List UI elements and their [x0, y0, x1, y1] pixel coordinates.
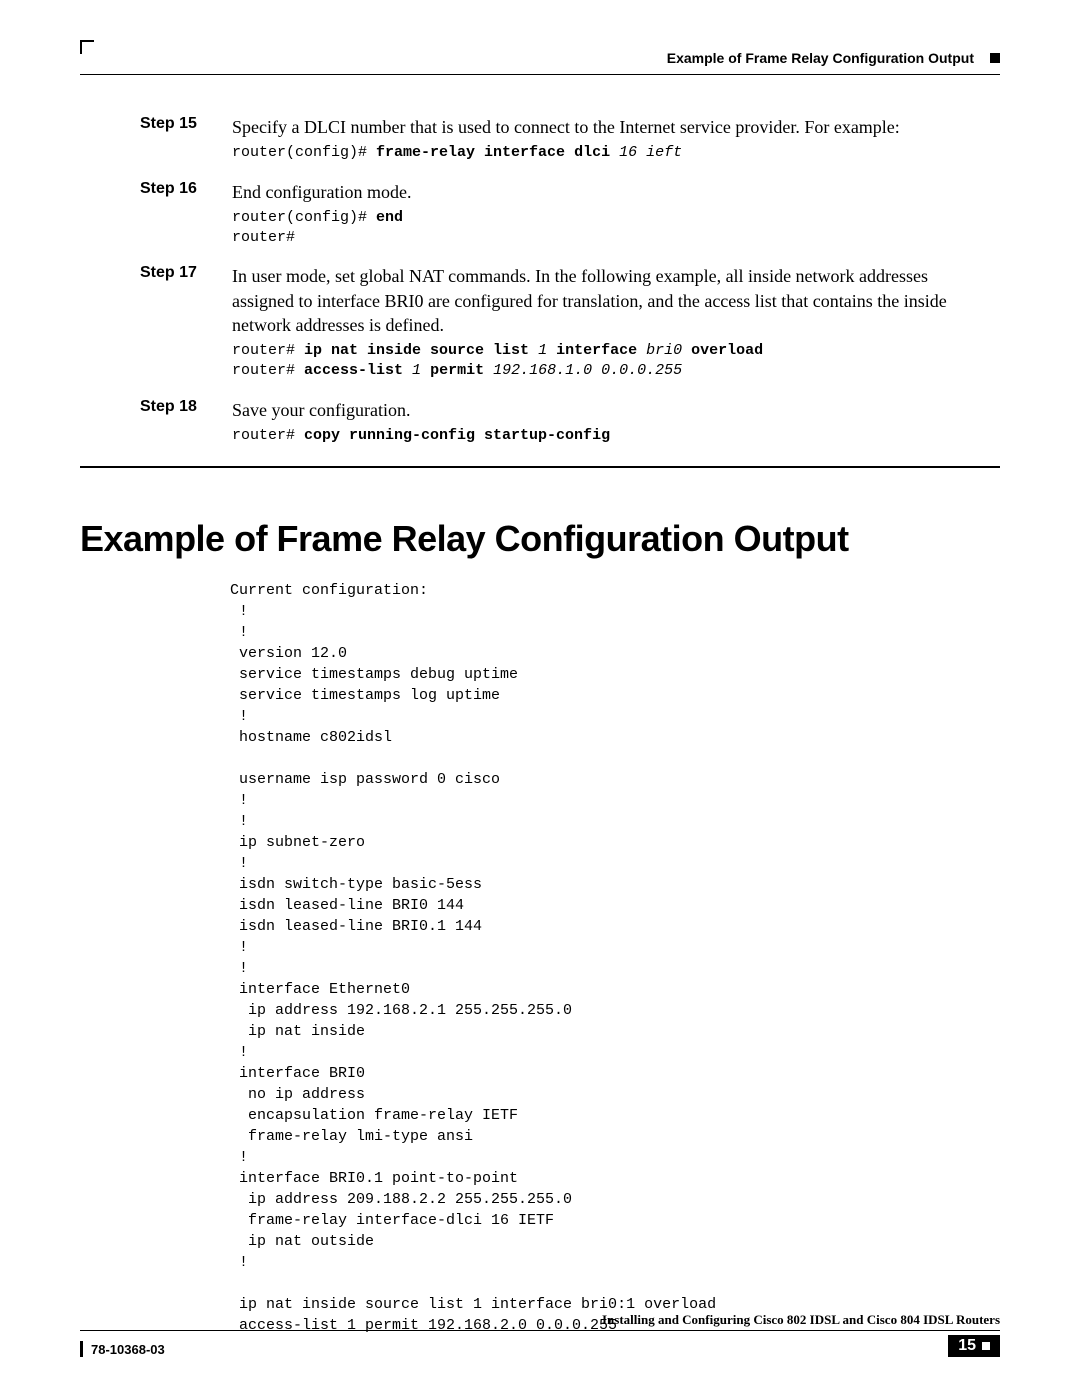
footer-doc-title: Installing and Configuring Cisco 802 IDS… — [80, 1312, 1000, 1328]
cli-block: router# copy running-config startup-conf… — [232, 426, 990, 446]
step-label: Step 15 — [140, 115, 210, 133]
header-rule — [80, 74, 1000, 75]
page-number-badge: 15 — [948, 1335, 1000, 1357]
cli-block: router(config)# end router# — [232, 208, 990, 249]
step-body: Specify a DLCI number that is used to co… — [232, 115, 990, 174]
step-text: End configuration mode. — [232, 180, 990, 204]
step-text: Save your configuration. — [232, 398, 990, 422]
footer-rule — [80, 1330, 1000, 1331]
section-title: Example of Frame Relay Configuration Out… — [80, 518, 1000, 560]
steps-list: Step 15 Specify a DLCI number that is use… — [140, 115, 990, 456]
doc-number-text: 78-10368-03 — [91, 1342, 165, 1357]
square-icon — [982, 1342, 990, 1350]
document-page: Example of Frame Relay Configuration Out… — [0, 0, 1080, 1397]
step-label: Step 16 — [140, 180, 210, 198]
step-body: In user mode, set global NAT commands. I… — [232, 264, 990, 391]
step-row: Step 16 End configuration mode. router(con… — [140, 180, 990, 259]
crop-mark-icon — [80, 40, 94, 54]
footer-bar-icon — [80, 1341, 83, 1357]
cli-block: router(config)# frame-relay interface dl… — [232, 143, 990, 163]
footer-doc-number: 78-10368-03 — [80, 1341, 165, 1357]
step-text: Specify a DLCI number that is used to co… — [232, 115, 990, 139]
step-row: Step 18 Save your configuration. router# c… — [140, 398, 990, 457]
step-row: Step 15 Specify a DLCI number that is use… — [140, 115, 990, 174]
step-label: Step 17 — [140, 264, 210, 282]
step-body: End configuration mode. router(config)# e… — [232, 180, 990, 259]
running-head: Example of Frame Relay Configuration Out… — [80, 50, 1000, 66]
step-body: Save your configuration. router# copy run… — [232, 398, 990, 457]
cli-block: router# ip nat inside source list 1 inte… — [232, 341, 990, 382]
page-footer: Installing and Configuring Cisco 802 IDS… — [80, 1312, 1000, 1357]
square-icon — [990, 53, 1000, 63]
section-divider — [80, 466, 1000, 468]
step-text: In user mode, set global NAT commands. I… — [232, 264, 990, 337]
step-row: Step 17 In user mode, set global NAT comm… — [140, 264, 990, 391]
config-output-block: Current configuration: ! ! version 12.0 … — [230, 580, 1000, 1336]
running-head-text: Example of Frame Relay Configuration Out… — [667, 50, 974, 66]
step-label: Step 18 — [140, 398, 210, 416]
page-number-text: 15 — [958, 1337, 976, 1355]
